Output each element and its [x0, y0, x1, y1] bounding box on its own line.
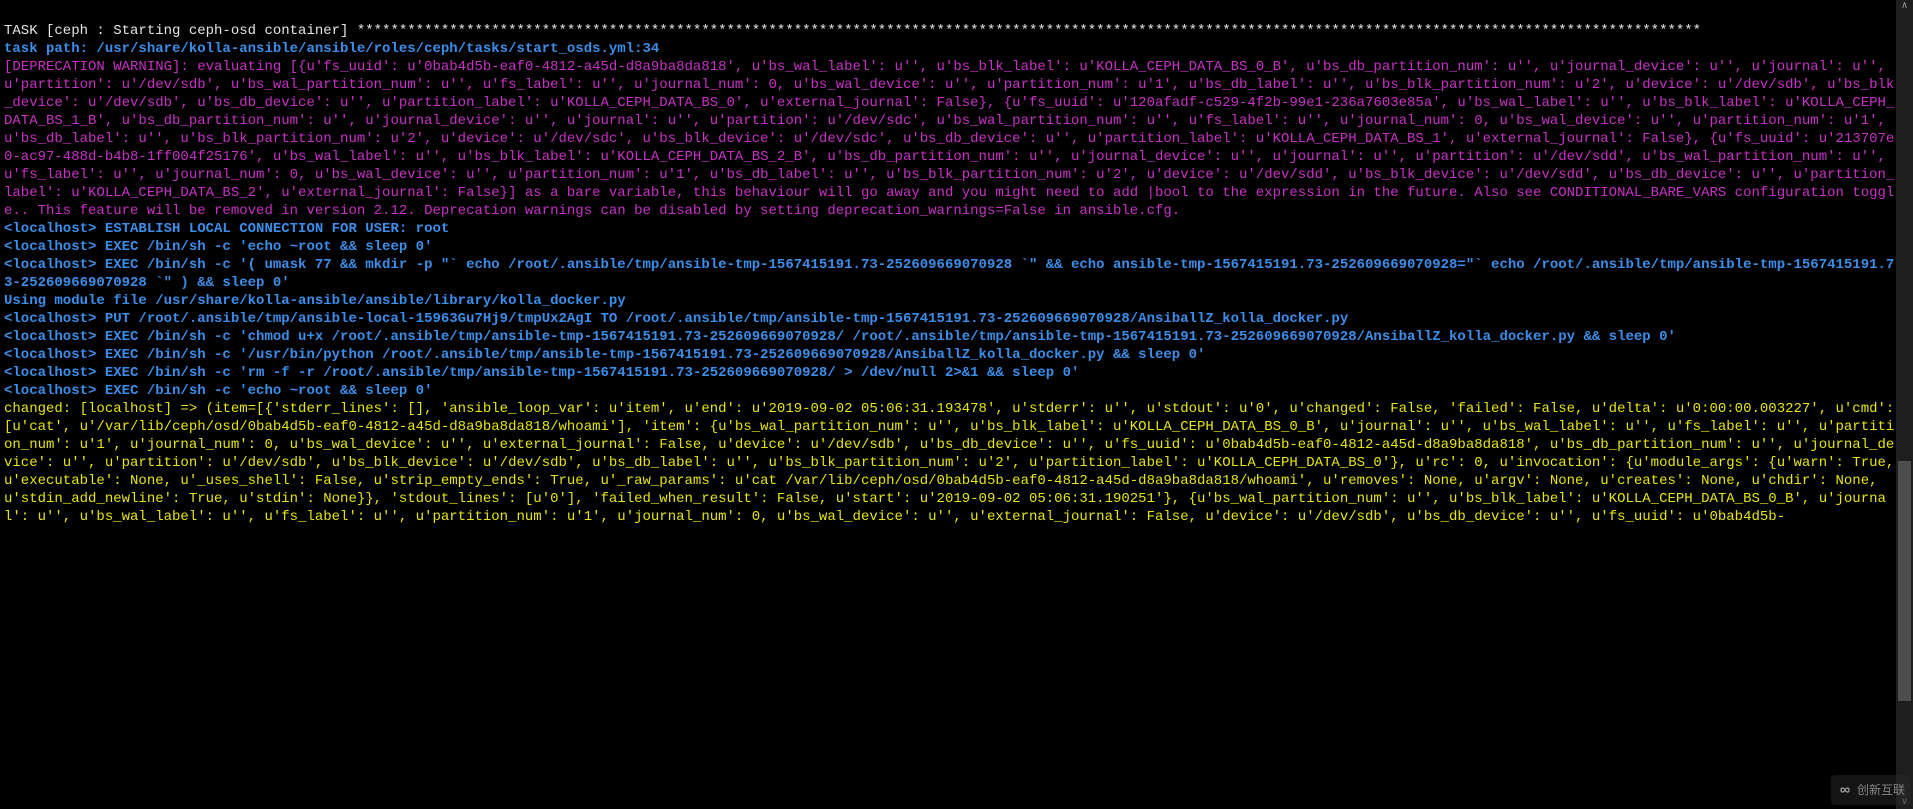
exec-line: <localhost> EXEC /bin/sh -c '/usr/bin/py… — [4, 347, 1205, 363]
exec-line: <localhost> EXEC /bin/sh -c '( umask 77 … — [4, 257, 1894, 291]
infinity-icon — [1837, 782, 1853, 798]
exec-line: <localhost> EXEC /bin/sh -c 'rm -f -r /r… — [4, 365, 1079, 381]
scroll-up-arrow-icon[interactable]: ∧ — [1898, 0, 1911, 13]
exec-line: <localhost> EXEC /bin/sh -c 'echo ~root … — [4, 239, 432, 255]
watermark-badge: 创新互联 — [1831, 775, 1911, 805]
deprecation-warning-block: [DEPRECATION WARNING]: evaluating [{u'fs… — [4, 59, 1894, 219]
terminal-output[interactable]: TASK [ceph : Starting ceph-osd container… — [0, 0, 1904, 530]
exec-line: <localhost> ESTABLISH LOCAL CONNECTION F… — [4, 221, 449, 237]
task-path-line: task path: /usr/share/kolla-ansible/ansi… — [4, 41, 659, 57]
module-path-line: Using module file /usr/share/kolla-ansib… — [4, 293, 626, 309]
exec-line: <localhost> PUT /root/.ansible/tmp/ansib… — [4, 311, 1348, 327]
exec-line: <localhost> EXEC /bin/sh -c 'echo ~root … — [4, 383, 432, 399]
task-header-line: TASK [ceph : Starting ceph-osd container… — [4, 23, 1701, 39]
watermark-text: 创新互联 — [1857, 781, 1905, 799]
scrollbar-track[interactable]: ∧ ∨ — [1896, 0, 1913, 809]
changed-result-block: changed: [localhost] => (item=[{'stderr_… — [4, 401, 1903, 525]
exec-line: <localhost> EXEC /bin/sh -c 'chmod u+x /… — [4, 329, 1676, 345]
scrollbar-thumb[interactable] — [1898, 461, 1911, 701]
terminal-viewport: TASK [ceph : Starting ceph-osd container… — [0, 0, 1913, 809]
